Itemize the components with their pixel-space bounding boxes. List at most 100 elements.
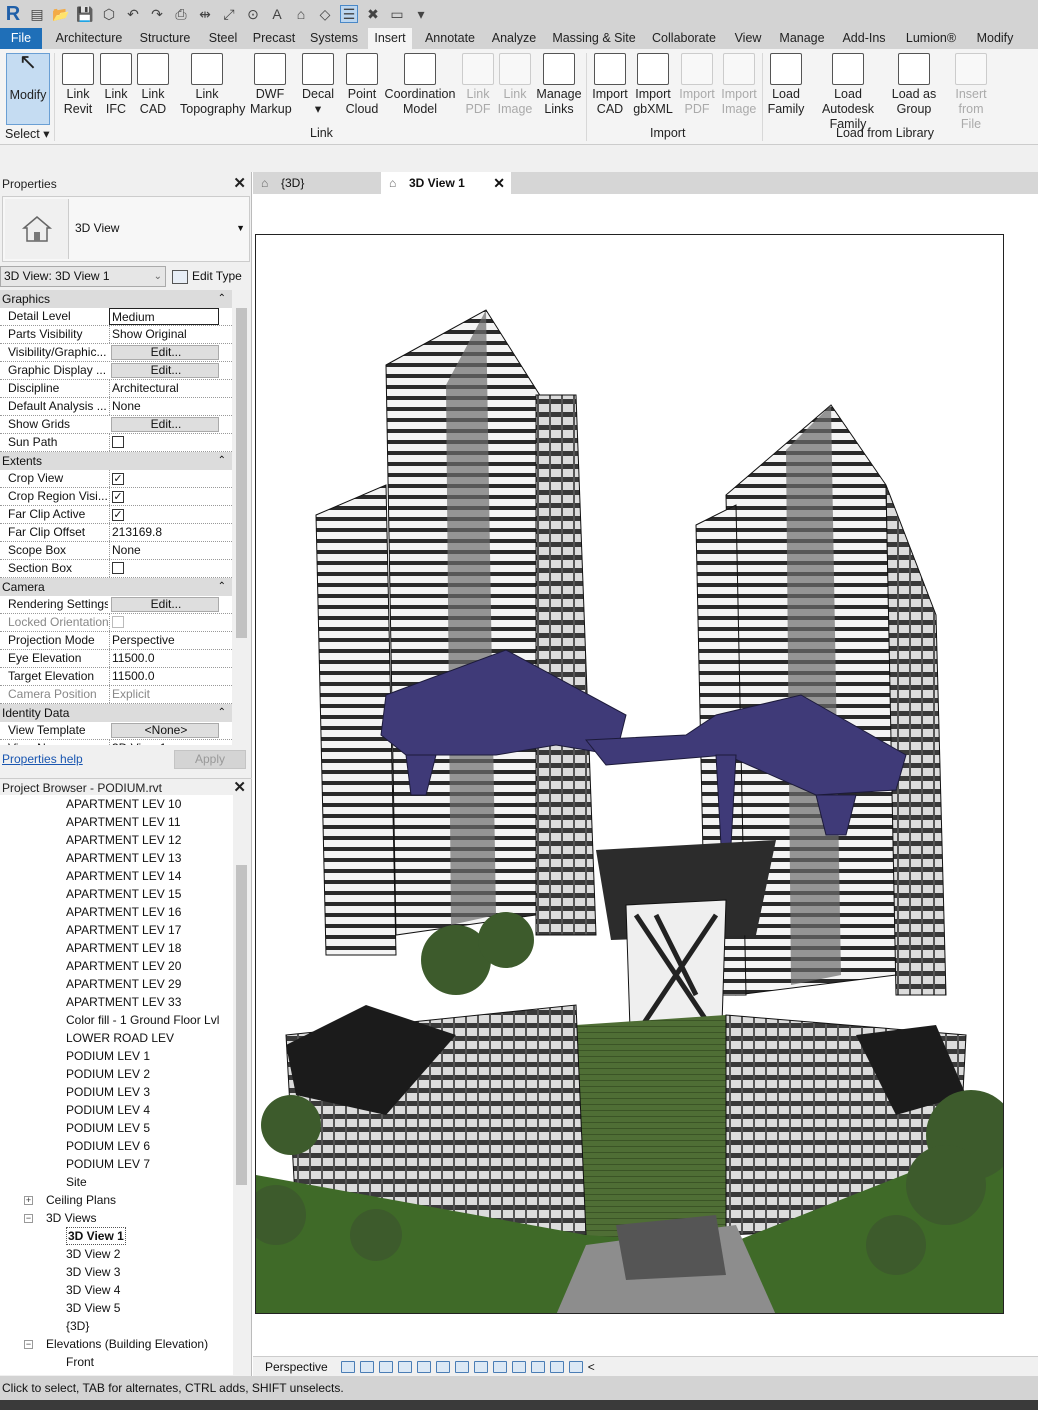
tree-item[interactable]: 3D View 2: [66, 1245, 120, 1263]
constraints-icon[interactable]: [530, 1360, 545, 1373]
scroll-thumb[interactable]: [236, 308, 247, 638]
close-icon[interactable]: ✕: [233, 175, 246, 193]
open-icon[interactable]: 📂: [52, 5, 70, 23]
show-crop-icon[interactable]: [416, 1360, 431, 1373]
tree-item[interactable]: 3D View 1: [66, 1227, 126, 1245]
link-topography-button[interactable]: Link Topography: [180, 53, 245, 125]
tag-icon[interactable]: ⊙: [244, 5, 262, 23]
tree-item[interactable]: Color fill - 1 Ground Floor Lvl: [66, 1011, 219, 1029]
property-value[interactable]: Medium: [109, 308, 219, 325]
properties-scrollbar[interactable]: [234, 290, 249, 745]
tree-item[interactable]: APARTMENT LEV 10: [66, 795, 181, 813]
load-as-group-button[interactable]: Load as Group: [890, 53, 938, 125]
analytical-icon[interactable]: [511, 1360, 526, 1373]
expand-icon[interactable]: +: [24, 1196, 33, 1205]
collapse-icon[interactable]: −: [24, 1340, 33, 1349]
view-tab[interactable]: ⌂ 3D View 1 ✕: [381, 172, 511, 194]
tree-item[interactable]: Front: [66, 1353, 94, 1371]
import-gbxml-button[interactable]: Import gbXML: [631, 53, 675, 125]
tab-collaborate[interactable]: Collaborate: [649, 28, 719, 49]
highlight-icon[interactable]: [492, 1360, 507, 1373]
modify-button[interactable]: ↖ Modify: [6, 51, 50, 125]
edit-button[interactable]: Edit...: [111, 417, 219, 432]
group-graphics[interactable]: Graphics ⌃: [0, 290, 232, 308]
load-autodesk-family-button[interactable]: Load Autodesk Family: [808, 53, 888, 131]
worksharing-icon[interactable]: [549, 1360, 564, 1373]
redo-icon[interactable]: ↷: [148, 5, 166, 23]
measure-icon[interactable]: ⇹: [196, 5, 214, 23]
edit-button[interactable]: Edit...: [111, 363, 219, 378]
revit-logo-icon[interactable]: R: [4, 3, 22, 25]
tree-item[interactable]: APARTMENT LEV 13: [66, 849, 181, 867]
chevron-left-icon[interactable]: <: [588, 1360, 595, 1374]
checkbox[interactable]: ✓: [112, 509, 124, 521]
panel-label[interactable]: Select ▾: [5, 126, 50, 141]
close-icon[interactable]: ✕: [493, 172, 505, 194]
type-selector[interactable]: 3D View ▼: [2, 196, 250, 262]
manage-links-button[interactable]: Manage Links: [536, 53, 582, 125]
apply-button[interactable]: Apply: [174, 750, 246, 769]
dwf-markup-button[interactable]: DWF Markup: [250, 53, 292, 125]
undo-icon[interactable]: ↶: [124, 5, 142, 23]
print-icon[interactable]: ⎙: [172, 5, 190, 23]
tree-item[interactable]: APARTMENT LEV 20: [66, 957, 181, 975]
app-menu-icon[interactable]: ▤: [28, 5, 46, 23]
link-ifc-button[interactable]: Link IFC: [100, 53, 132, 125]
tree-item[interactable]: PODIUM LEV 6: [66, 1137, 150, 1155]
sun-path-icon[interactable]: [378, 1360, 393, 1373]
property-value[interactable]: Architectural: [109, 380, 219, 397]
tree-item[interactable]: Ceiling Plans: [46, 1191, 116, 1209]
text-icon[interactable]: A: [268, 5, 286, 23]
section-icon[interactable]: ◇: [316, 5, 334, 23]
group-camera[interactable]: Camera ⌃: [0, 578, 232, 596]
tree-item[interactable]: APARTMENT LEV 12: [66, 831, 181, 849]
tab-insert[interactable]: Insert: [368, 28, 412, 49]
edit-button[interactable]: <None>: [111, 723, 219, 738]
tab-structure[interactable]: Structure: [137, 28, 193, 49]
save-icon[interactable]: 💾: [76, 5, 94, 23]
checkbox[interactable]: [112, 436, 124, 448]
tree-item[interactable]: 3D View 5: [66, 1299, 120, 1317]
group-extents[interactable]: Extents ⌃: [0, 452, 232, 470]
tree-item[interactable]: 3D View 3: [66, 1263, 120, 1281]
checkbox[interactable]: [112, 562, 124, 574]
tab-file[interactable]: File: [0, 28, 42, 49]
tree-item[interactable]: APARTMENT LEV 29: [66, 975, 181, 993]
scroll-thumb[interactable]: [236, 865, 247, 1185]
instance-view-selector[interactable]: 3D View: 3D View 1 ⌄: [0, 266, 166, 287]
property-value[interactable]: 3D View 1: [109, 740, 219, 745]
3d-view-crop-region[interactable]: [255, 234, 1004, 1314]
shadows-icon[interactable]: [359, 1360, 374, 1373]
tree-item[interactable]: LOWER ROAD LEV: [66, 1029, 174, 1047]
tab-systems[interactable]: Systems: [307, 28, 361, 49]
reveal-hidden-icon[interactable]: [454, 1360, 469, 1373]
property-value[interactable]: Show Original: [109, 326, 219, 343]
customize-icon[interactable]: ▾: [412, 5, 430, 23]
crop-view-icon[interactable]: [397, 1360, 412, 1373]
coordination-model-button[interactable]: Coordination Model: [384, 53, 456, 125]
edit-type-button[interactable]: Edit Type: [172, 266, 242, 287]
visual-style-icon[interactable]: [340, 1360, 355, 1373]
dimension-icon[interactable]: ⤢: [220, 5, 238, 23]
tree-item[interactable]: {3D}: [66, 1317, 89, 1335]
edit-button[interactable]: Edit...: [111, 345, 219, 360]
tree-item[interactable]: PODIUM LEV 5: [66, 1119, 150, 1137]
tree-item[interactable]: APARTMENT LEV 11: [66, 813, 181, 831]
tree-item[interactable]: 3D View 4: [66, 1281, 120, 1299]
switch-windows-icon[interactable]: ▭: [388, 5, 406, 23]
dropdown-arrow-icon[interactable]: ▼: [236, 223, 245, 233]
edit-button[interactable]: Edit...: [111, 597, 219, 612]
temp-hide-icon[interactable]: [435, 1360, 450, 1373]
group-identity-data[interactable]: Identity Data ⌃: [0, 704, 232, 722]
thin-lines-icon[interactable]: ☰: [340, 5, 358, 23]
property-value[interactable]: None: [109, 398, 219, 415]
tab-analyze[interactable]: Analyze: [489, 28, 539, 49]
collapse-icon[interactable]: ⌃: [218, 704, 226, 722]
lock-3d-icon[interactable]: [473, 1360, 488, 1373]
tree-item[interactable]: APARTMENT LEV 18: [66, 939, 181, 957]
tree-item[interactable]: APARTMENT LEV 14: [66, 867, 181, 885]
link-cad-button[interactable]: Link CAD: [137, 53, 169, 125]
projection-mode-label[interactable]: Perspective: [265, 1360, 328, 1374]
point-cloud-button[interactable]: Point Cloud: [342, 53, 382, 125]
close-hidden-icon[interactable]: ✖: [364, 5, 382, 23]
